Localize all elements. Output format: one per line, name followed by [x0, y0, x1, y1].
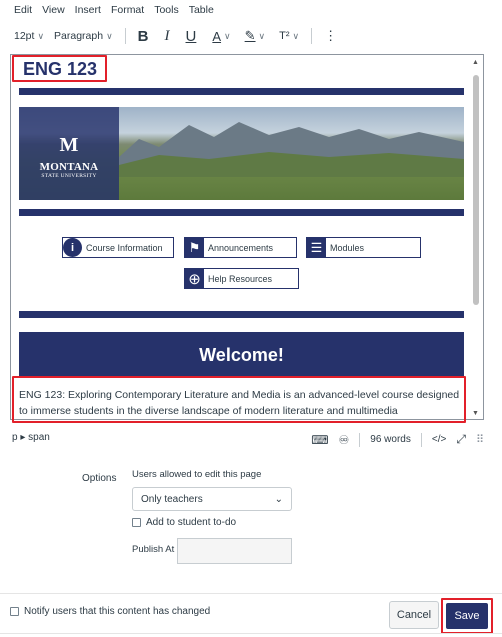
globe-icon: ⊕ — [185, 269, 204, 288]
underline-icon[interactable]: U — [186, 28, 197, 45]
menu-insert[interactable]: Insert — [75, 4, 101, 18]
scroll-thumb[interactable] — [473, 75, 479, 305]
options-label: Options — [82, 473, 117, 484]
student-todo-checkbox-row[interactable]: Add to student to-do — [132, 517, 236, 528]
menu-view[interactable]: View — [42, 4, 65, 18]
divider-bar — [19, 311, 464, 318]
superscript-button[interactable]: T² ∨ — [279, 30, 299, 42]
chevron-down-icon: ∨ — [106, 30, 113, 41]
welcome-banner: Welcome! — [19, 332, 464, 378]
course-banner: M MONTANA STATE UNIVERSITY — [19, 107, 464, 200]
footer-divider — [0, 593, 502, 594]
scroll-down-arrow-icon[interactable]: ▼ — [472, 410, 479, 417]
toolbar-divider — [124, 28, 126, 44]
font-size-select[interactable]: 12pt ∨ — [14, 30, 44, 42]
msu-logo-sub: STATE UNIVERSITY — [41, 173, 97, 179]
word-count[interactable]: 96 words — [370, 434, 411, 445]
msu-logo: M MONTANA STATE UNIVERSITY — [19, 107, 119, 200]
msu-logo-name: MONTANA — [39, 161, 99, 173]
fullscreen-icon[interactable]: ⤢ — [456, 432, 466, 447]
help-resources-button[interactable]: ⊕ Help Resources — [184, 268, 299, 289]
heading-highlight-box — [12, 55, 107, 82]
editor-scrollbar[interactable]: ▲ ▼ — [471, 57, 481, 417]
chevron-down-icon: ∨ — [224, 30, 231, 41]
text-color-button[interactable]: A ∨ — [212, 29, 230, 44]
superscript-icon: T² — [279, 30, 290, 42]
status-divider — [420, 432, 422, 447]
course-information-label: Course Information — [86, 242, 163, 253]
divider-bar — [19, 88, 464, 95]
highlight-icon: ✎ — [244, 28, 256, 43]
flag-icon: ⚑ — [185, 238, 204, 257]
modules-label: Modules — [330, 242, 365, 253]
block-format-value: Paragraph — [54, 30, 104, 42]
notify-users-label: Notify users that this content has chang… — [24, 606, 211, 617]
announcements-label: Announcements — [208, 242, 274, 253]
menu-format[interactable]: Format — [111, 4, 144, 18]
paragraph-highlight-box — [12, 376, 466, 423]
save-highlight-box — [441, 598, 493, 634]
help-resources-label: Help Resources — [208, 273, 273, 284]
chevron-down-icon: ∨ — [37, 30, 45, 41]
course-information-button[interactable]: i Course Information — [62, 237, 174, 258]
menu-table[interactable]: Table — [189, 4, 214, 18]
edit-permission-label: Users allowed to edit this page — [132, 469, 262, 480]
font-size-value: 12pt — [14, 30, 35, 42]
text-color-icon: A — [212, 28, 222, 44]
cancel-button[interactable]: Cancel — [389, 601, 439, 629]
accessibility-icon[interactable]: ♾ — [339, 433, 350, 447]
edit-permission-value: Only teachers — [141, 493, 203, 505]
toolbar-divider — [311, 28, 313, 44]
divider-bar — [19, 209, 464, 216]
chevron-down-icon: ∨ — [292, 30, 300, 41]
menu-bar: Edit View Insert Format Tools Table — [14, 4, 214, 18]
student-todo-label: Add to student to-do — [146, 517, 237, 528]
publish-at-label: Publish At — [132, 544, 175, 555]
student-todo-checkbox[interactable] — [132, 518, 141, 527]
more-icon[interactable]: ⋮ — [324, 28, 337, 44]
element-path[interactable]: p ▸ span — [12, 432, 50, 443]
announcements-button[interactable]: ⚑ Announcements — [184, 237, 297, 258]
bottom-divider — [0, 633, 502, 634]
block-format-select[interactable]: Paragraph ∨ — [54, 30, 113, 42]
menu-tools[interactable]: Tools — [154, 4, 179, 18]
highlight-button[interactable]: ✎ ∨ — [245, 28, 266, 44]
info-icon: i — [63, 238, 82, 257]
rich-content-editor[interactable]: ENG 123 M MONTANA STATE UNIVERSITY i Cou… — [10, 54, 484, 420]
publish-at-input[interactable] — [177, 538, 292, 564]
notify-users-checkbox[interactable] — [10, 607, 19, 616]
keyboard-icon[interactable]: ⌨ — [311, 433, 328, 447]
editor-status-bar: p ▸ span ⌨ ♾ 96 words </> ⤢ ⠿ — [12, 432, 484, 448]
list-icon: ☰ — [307, 238, 326, 257]
notify-users-row[interactable]: Notify users that this content has chang… — [10, 606, 210, 617]
status-divider — [359, 432, 361, 447]
chevron-down-icon: ⌄ — [274, 493, 283, 505]
chevron-down-icon: ∨ — [258, 30, 266, 41]
resize-handle-icon[interactable]: ⠿ — [476, 433, 484, 446]
html-editor-toggle[interactable]: </> — [432, 434, 446, 445]
mountain-landscape — [119, 122, 464, 177]
modules-button[interactable]: ☰ Modules — [306, 237, 421, 258]
edit-permission-select[interactable]: Only teachers ⌄ — [132, 487, 292, 511]
italic-icon[interactable]: I — [165, 28, 170, 45]
msu-logo-mark: M — [59, 134, 79, 156]
bold-icon[interactable]: B — [138, 28, 149, 45]
editor-toolbar: 12pt ∨ Paragraph ∨ B I U A ∨ ✎ ∨ T² ∨ ⋮ — [14, 26, 337, 46]
menu-edit[interactable]: Edit — [14, 4, 32, 18]
scroll-up-arrow-icon[interactable]: ▲ — [472, 59, 479, 66]
